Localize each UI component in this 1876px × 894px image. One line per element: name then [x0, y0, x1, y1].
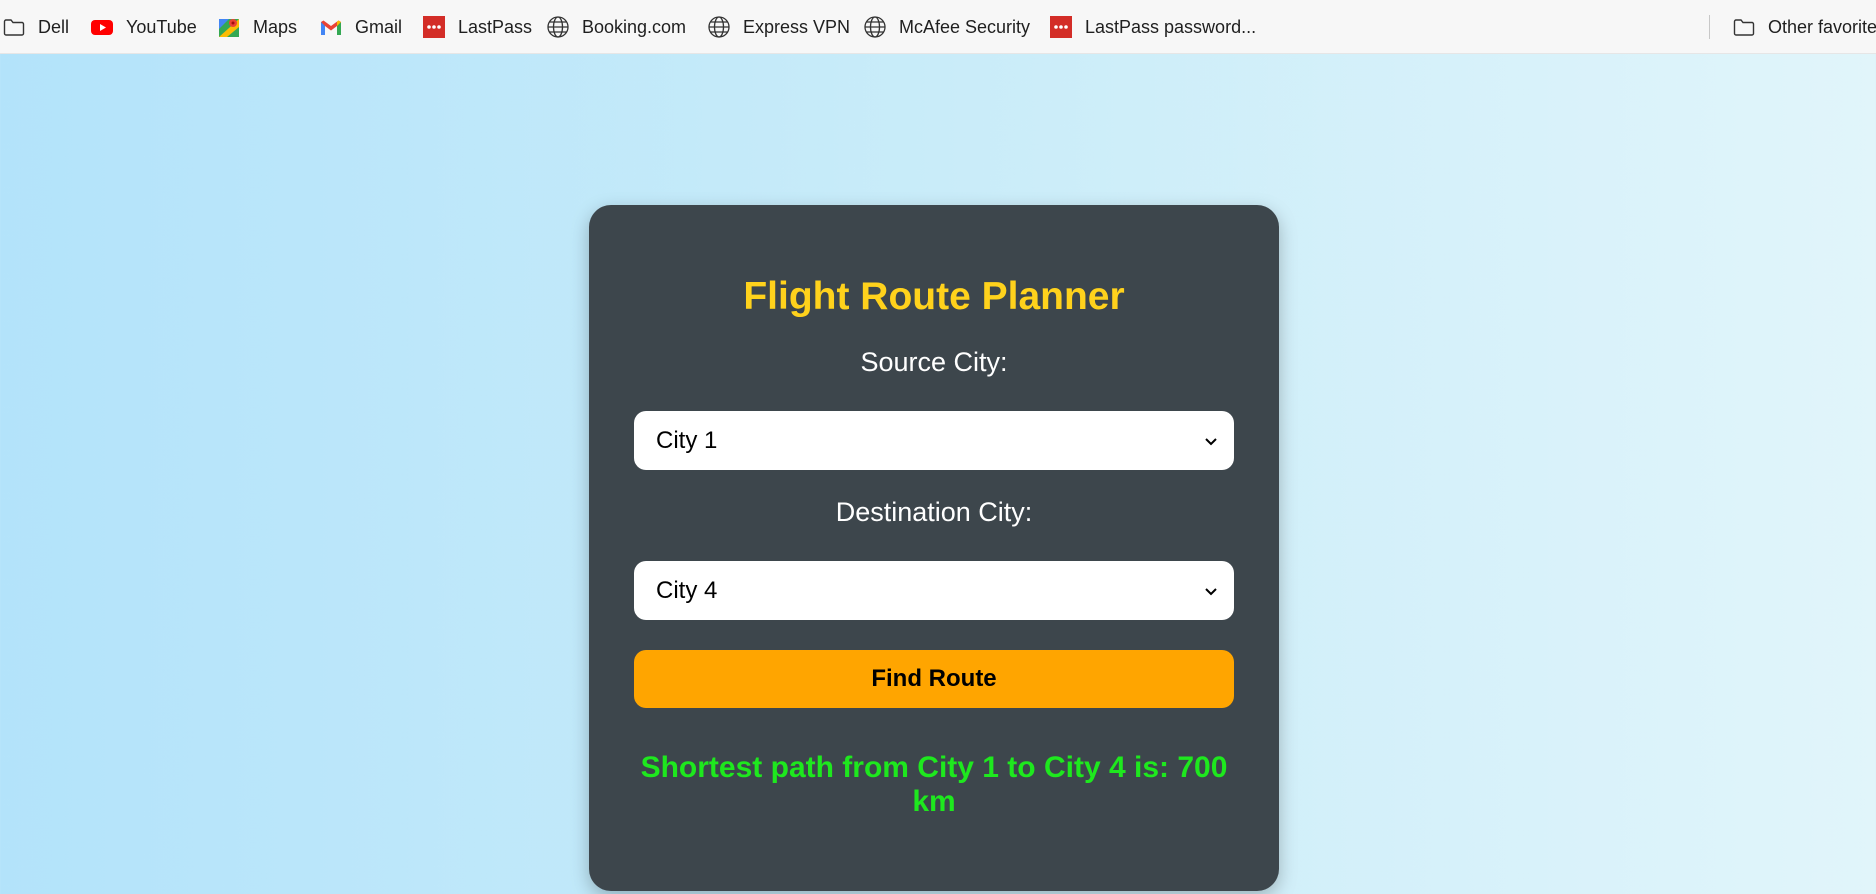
- bookmark-maps[interactable]: Maps: [217, 11, 297, 43]
- maps-icon: [217, 15, 241, 39]
- destination-city-select[interactable]: City 4: [634, 561, 1234, 620]
- bookmark-youtube[interactable]: YouTube: [90, 11, 197, 43]
- globe-icon: [546, 15, 570, 39]
- bookmark-label: McAfee Security: [899, 16, 1031, 37]
- bookmark-dell[interactable]: Dell: [2, 11, 69, 43]
- folder-icon: [1732, 15, 1756, 39]
- bookmark-label: Maps: [253, 16, 298, 37]
- bookmark-gmail[interactable]: Gmail: [319, 11, 402, 43]
- other-favorites-label: Other favorite: [1768, 16, 1876, 37]
- bookmark-mcafee[interactable]: McAfee Security: [863, 11, 1030, 43]
- bookmark-lastpass[interactable]: LastPass: [422, 11, 532, 43]
- bookmark-label: Booking.com: [582, 16, 687, 37]
- destination-city-value: City 4: [656, 576, 718, 604]
- globe-icon: [707, 15, 731, 39]
- source-city-value: City 1: [656, 426, 718, 454]
- bookmark-expressvpn[interactable]: Express VPN: [707, 11, 850, 43]
- bookmark-label: Dell: [38, 16, 70, 37]
- globe-icon: [863, 15, 887, 39]
- source-city-label: Source City:: [860, 347, 1008, 377]
- other-favorites[interactable]: Other favorite: [1732, 11, 1876, 43]
- bookmarks-separator: [1709, 15, 1710, 39]
- youtube-icon: [90, 15, 114, 39]
- destination-city-label: Destination City:: [835, 497, 1033, 527]
- folder-icon: [2, 15, 26, 39]
- find-route-button[interactable]: Find Route: [634, 650, 1234, 708]
- gmail-icon: [319, 15, 343, 39]
- bookmarks-bar: Dell YouTube Maps Gmail LastPass Booking…: [0, 0, 1876, 54]
- bookmark-booking[interactable]: Booking.com: [546, 11, 686, 43]
- bookmark-label: YouTube: [126, 16, 197, 37]
- source-city-select[interactable]: City 1: [634, 411, 1234, 470]
- lastpass-icon: [422, 15, 446, 39]
- page-title: Flight Route Planner: [743, 275, 1125, 318]
- bookmark-lastpass-password[interactable]: LastPass password...: [1049, 11, 1256, 43]
- bookmark-label: LastPass password...: [1085, 16, 1257, 37]
- bookmark-label: Gmail: [355, 16, 403, 37]
- bookmark-label: LastPass: [458, 16, 533, 37]
- bookmark-label: Express VPN: [743, 16, 851, 37]
- chevron-down-icon: [1202, 582, 1220, 600]
- route-result: Shortest path from City 1 to City 4 is: …: [640, 751, 1228, 818]
- lastpass-icon: [1049, 15, 1073, 39]
- chevron-down-icon: [1202, 432, 1220, 450]
- route-planner-card: Flight Route Planner Source City: City 1…: [589, 205, 1279, 891]
